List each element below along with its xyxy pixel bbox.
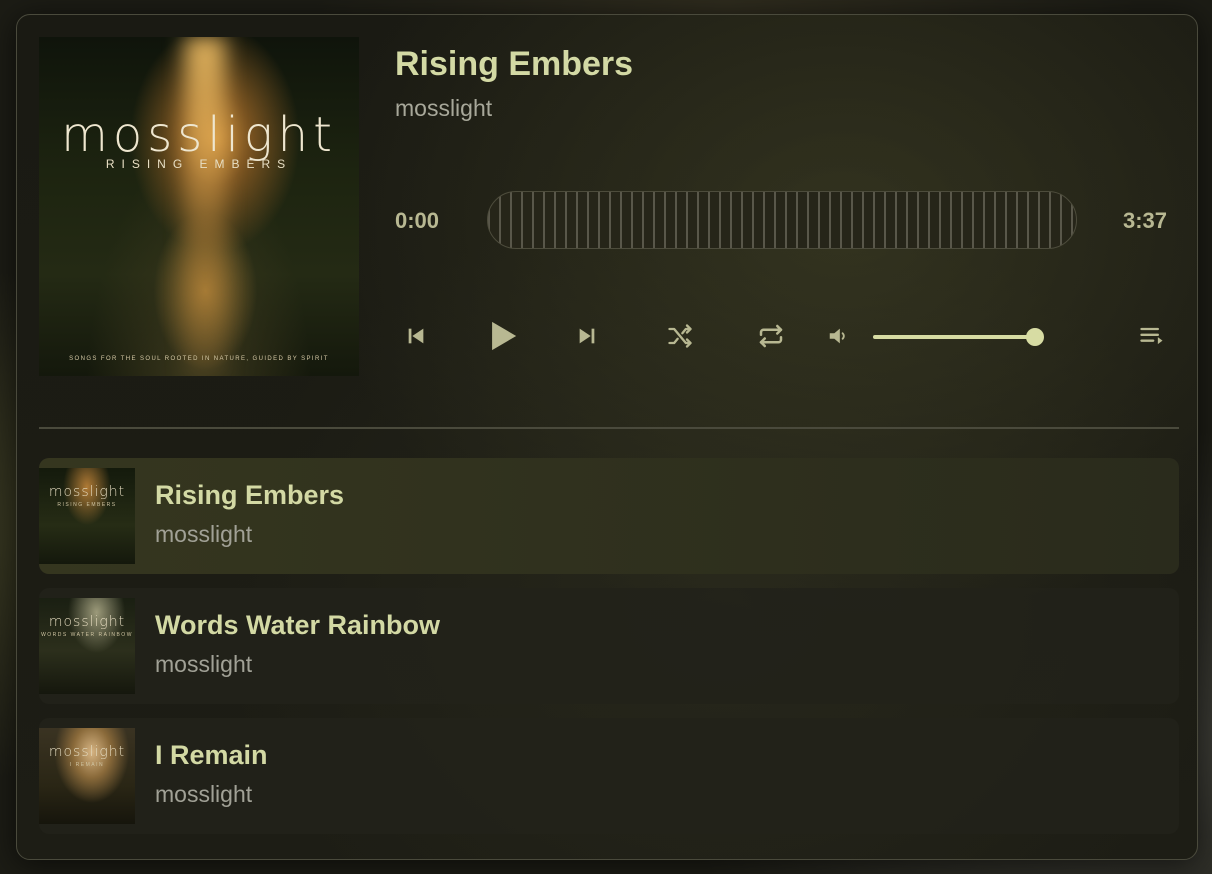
thumb-album: RISING EMBERS [57, 502, 117, 508]
thumb-album: I REMAIN [69, 762, 105, 768]
album-cover: mosslight RISING EMBERS SONGS FOR THE SO… [39, 37, 359, 376]
repeat-icon [759, 324, 783, 348]
playlist-item-artist: mosslight [155, 521, 253, 547]
thumb-band: mosslight [48, 484, 126, 500]
queue-button[interactable] [1131, 315, 1173, 357]
playlist-item-cover: mosslight WORDS WATER RAINBOW [39, 598, 135, 694]
playlist-item-cover: mosslight RISING EMBERS [39, 468, 135, 564]
playlist-item-title: Rising Embers [155, 480, 345, 510]
cover-album-name: RISING EMBERS [105, 157, 293, 171]
playlist-item-title: I Remain [155, 740, 268, 770]
section-divider [39, 427, 1179, 429]
volume-thumb[interactable] [1025, 328, 1044, 346]
progress-bar[interactable] [487, 191, 1077, 249]
playlist-item-cover: mosslight I REMAIN [39, 728, 135, 824]
queue-icon [1140, 327, 1163, 345]
volume-fill [873, 335, 1035, 339]
play-button[interactable] [481, 315, 523, 357]
thumb-band: mosslight [48, 614, 126, 630]
thumb-band: mosslight [48, 744, 126, 760]
track-artist: mosslight [395, 95, 493, 121]
playlist-item-artist: mosslight [155, 781, 253, 807]
skip-next-icon [579, 328, 595, 344]
track-title: Rising Embers [395, 45, 634, 83]
playlist-item[interactable]: mosslight WORDS WATER RAINBOW Words Wate… [39, 588, 1179, 704]
next-button[interactable] [566, 315, 608, 357]
repeat-button[interactable] [750, 315, 792, 357]
playlist-item-title: Words Water Rainbow [155, 610, 441, 640]
playlist-item-artist: mosslight [155, 651, 253, 677]
skip-previous-icon [408, 328, 424, 344]
playlist-item[interactable]: mosslight RISING EMBERS Rising Embers mo… [39, 458, 1179, 574]
volume-slider[interactable] [873, 328, 1044, 346]
playlist-item[interactable]: mosslight I REMAIN I Remain mosslight [39, 718, 1179, 834]
shuffle-button[interactable] [659, 315, 701, 357]
current-time: 0:00 [395, 208, 440, 233]
previous-button[interactable] [395, 315, 437, 357]
cover-light-beam [185, 37, 225, 376]
cover-tagline: SONGS FOR THE SOUL ROOTED IN NATURE, GUI… [69, 356, 329, 362]
volume-button[interactable] [817, 315, 859, 357]
volume-icon [829, 328, 845, 344]
play-icon [492, 321, 517, 351]
thumb-album: WORDS WATER RAINBOW [41, 632, 133, 638]
total-time: 3:37 [1123, 208, 1168, 233]
shuffle-icon [668, 324, 692, 348]
cover-band-name: mosslight [61, 107, 337, 163]
music-player: mosslight RISING EMBERS SONGS FOR THE SO… [16, 14, 1198, 860]
